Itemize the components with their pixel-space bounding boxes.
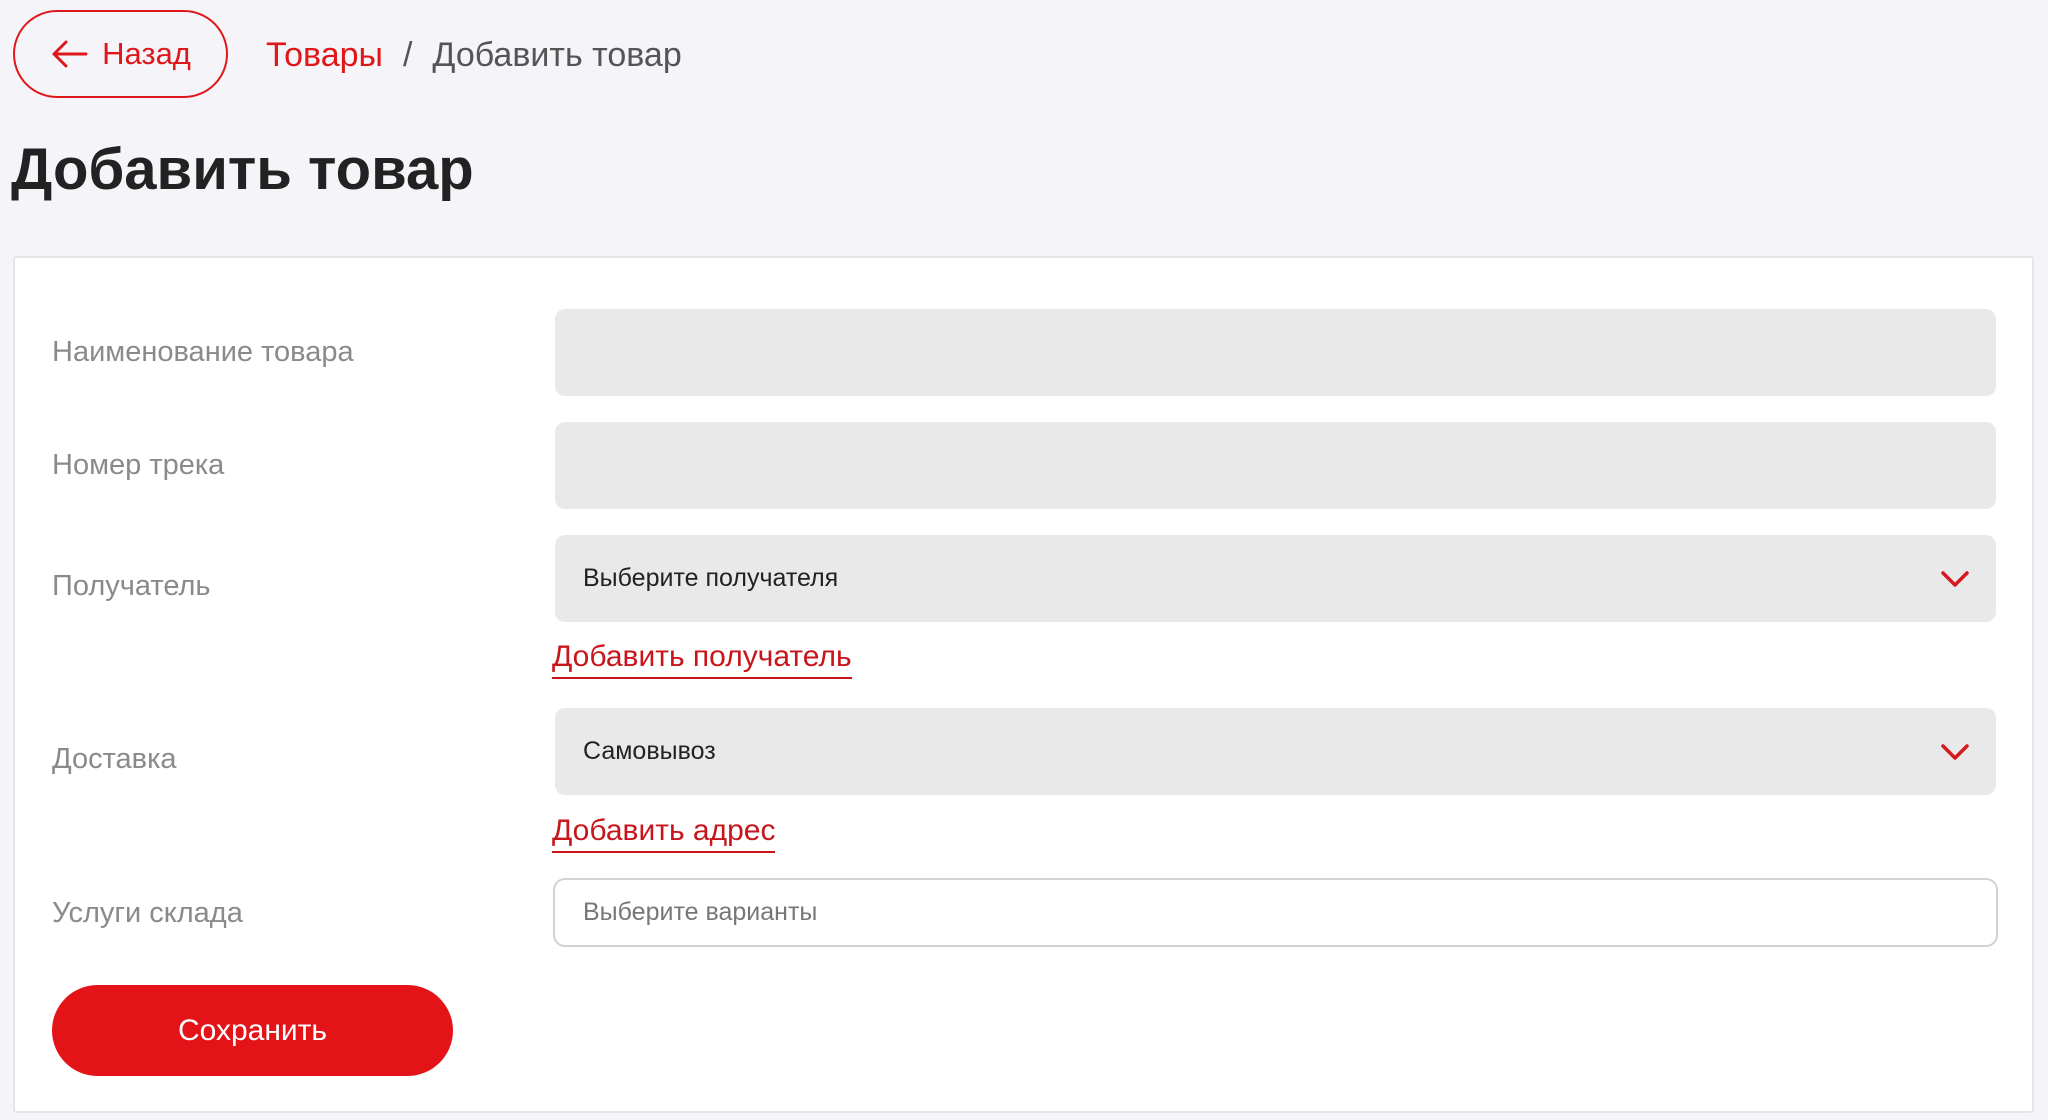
- product-name-label: Наименование товара: [52, 336, 354, 368]
- warehouse-services-label: Услуги склада: [52, 897, 243, 929]
- warehouse-services-placeholder: Выберите варианты: [583, 898, 818, 926]
- recipient-label: Получатель: [52, 570, 211, 602]
- recipient-select[interactable]: Выберите получателя: [555, 535, 1996, 622]
- chevron-down-icon: [1941, 570, 1969, 587]
- breadcrumb-current: Добавить товар: [432, 35, 682, 74]
- save-button[interactable]: Сохранить: [52, 985, 453, 1076]
- delivery-select-value: Самовывоз: [583, 737, 716, 765]
- add-address-link[interactable]: Добавить адрес: [552, 813, 776, 853]
- product-name-input[interactable]: [555, 309, 1996, 396]
- breadcrumb-link-products[interactable]: Товары: [266, 36, 383, 75]
- breadcrumb-separator: /: [402, 35, 413, 74]
- back-button-label: Назад: [102, 36, 191, 71]
- track-number-label: Номер трека: [52, 449, 225, 481]
- chevron-down-icon: [1941, 743, 1969, 760]
- breadcrumb: Товары / Добавить товар: [266, 30, 682, 80]
- recipient-select-value: Выберите получателя: [583, 564, 839, 592]
- delivery-select[interactable]: Самовывоз: [555, 708, 1996, 795]
- warehouse-services-multiselect[interactable]: Выберите варианты: [553, 878, 1998, 947]
- arrow-left-icon: [52, 40, 88, 68]
- add-recipient-link[interactable]: Добавить получатель: [552, 639, 852, 679]
- delivery-label: Доставка: [52, 743, 177, 775]
- product-form-card: Наименование товара Номер трека Получате…: [13, 256, 2034, 1113]
- back-button[interactable]: Назад: [13, 10, 228, 98]
- page-title: Добавить товар: [11, 137, 474, 202]
- track-number-input[interactable]: [555, 422, 1996, 509]
